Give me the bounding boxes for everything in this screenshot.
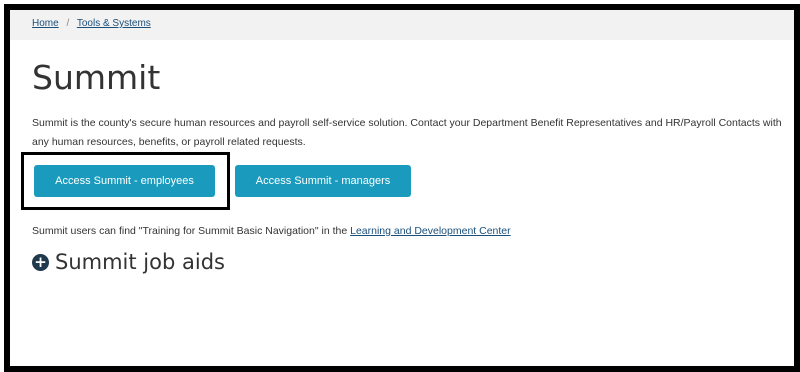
training-note-text: Summit users can find "Training for Summ… bbox=[32, 225, 351, 237]
summit-job-aids-toggle[interactable]: + Summit job aids bbox=[32, 250, 225, 274]
breadcrumb-tools-systems-link[interactable]: Tools & Systems bbox=[77, 18, 151, 29]
breadcrumb: Home / Tools & Systems bbox=[32, 18, 151, 29]
breadcrumb-bar: Home / Tools & Systems bbox=[10, 10, 794, 40]
page-description: Summit is the county's secure human reso… bbox=[32, 117, 782, 148]
training-note: Summit users can find "Training for Summ… bbox=[32, 225, 511, 237]
access-summit-managers-button[interactable]: Access Summit - managers bbox=[235, 165, 411, 197]
summit-job-aids-label: Summit job aids bbox=[55, 250, 225, 274]
plus-circle-icon: + bbox=[32, 253, 49, 271]
learning-development-center-link[interactable]: Learning and Development Center bbox=[350, 225, 511, 237]
page-frame: Home / Tools & Systems Summit Summit is … bbox=[4, 4, 800, 372]
breadcrumb-home-link[interactable]: Home bbox=[32, 18, 59, 29]
breadcrumb-separator: / bbox=[66, 18, 70, 29]
page-title: Summit bbox=[32, 58, 161, 97]
access-summit-employees-button[interactable]: Access Summit - employees bbox=[34, 165, 215, 197]
